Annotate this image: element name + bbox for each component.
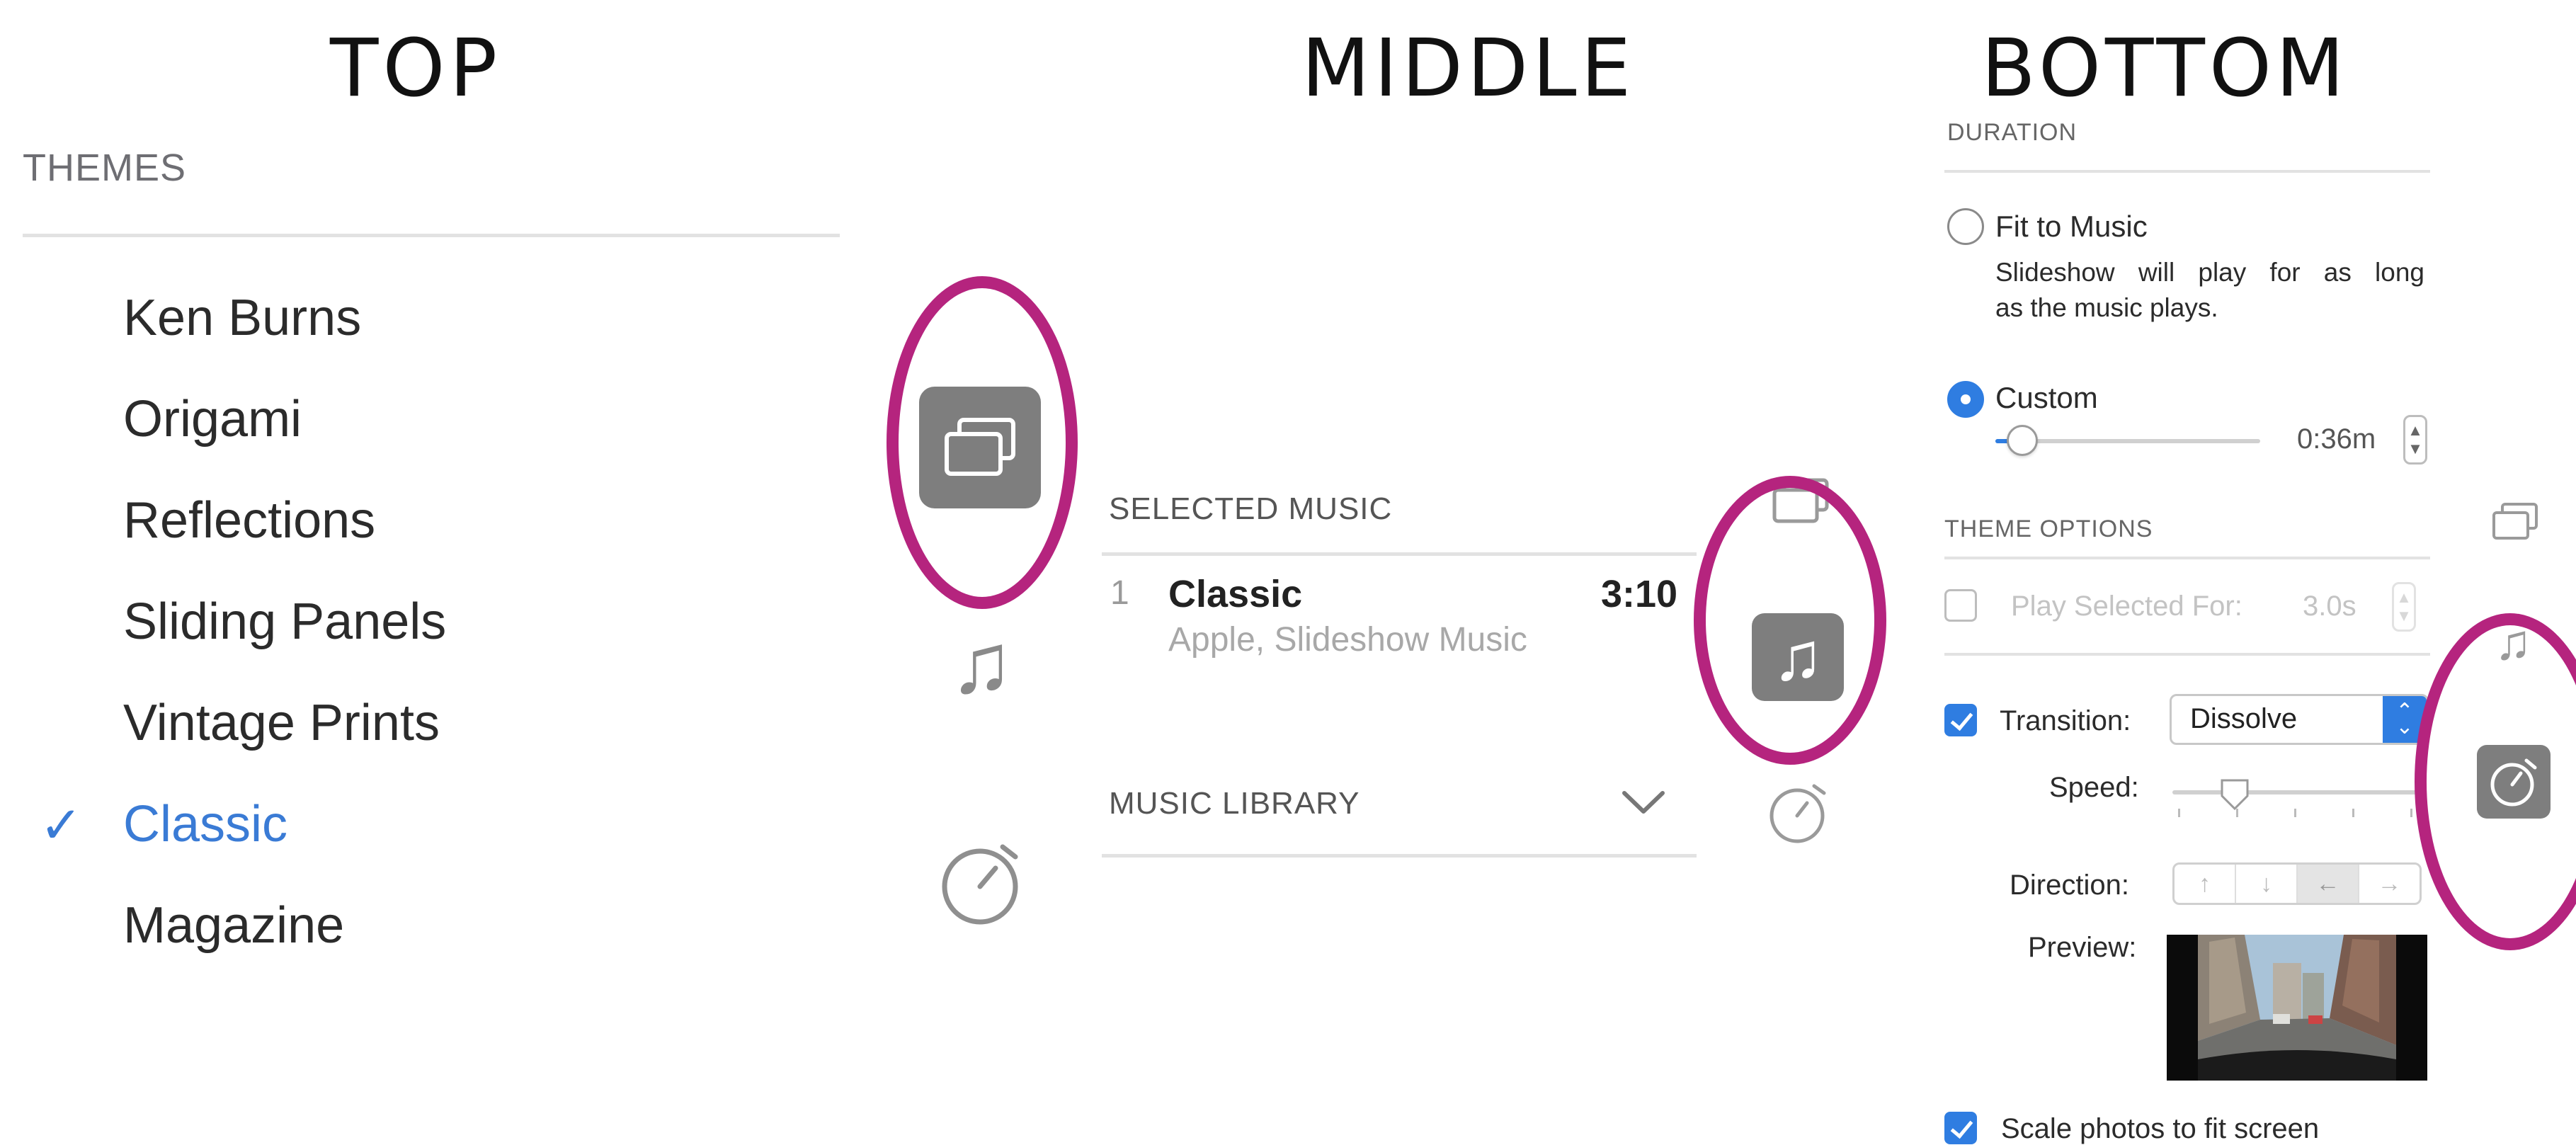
theme-item-classic-checkmark: ✓: [40, 797, 83, 854]
direction-left-arrow-icon[interactable]: ←: [2298, 865, 2359, 903]
fit-to-music-description-line2: as the music plays.: [1995, 293, 2218, 322]
theme-item-vintage-prints[interactable]: Vintage Prints: [123, 694, 440, 752]
music-track-row[interactable]: 1 Classic Apple, Slideshow Music 3:10: [1102, 566, 1697, 673]
theme-options-divider: [1944, 557, 2430, 559]
stopwatch-icon: [2490, 758, 2537, 807]
duration-tab-button-active[interactable]: [2477, 745, 2551, 819]
theme-item-sliding-panels[interactable]: Sliding Panels: [123, 593, 446, 651]
custom-duration-value: 0:36m: [2297, 423, 2376, 455]
transition-label: Transition:: [2000, 705, 2131, 736]
speed-slider[interactable]: [2172, 777, 2417, 820]
transition-select[interactable]: Dissolve ⌃ ⌄: [2170, 694, 2429, 745]
track-number: 1: [1110, 574, 1129, 612]
preview-thumbnail: [2167, 935, 2427, 1081]
music-note-icon: ♫: [2494, 615, 2532, 670]
chevron-up-down-icon: ⌃ ⌄: [2383, 696, 2427, 743]
stepper-down-icon[interactable]: ▼: [2396, 607, 2412, 625]
theme-item-magazine[interactable]: Magazine: [123, 896, 344, 955]
theme-item-reflections[interactable]: Reflections: [123, 491, 375, 549]
direction-up-arrow-icon[interactable]: ↑: [2175, 865, 2236, 903]
slides-stack-icon[interactable]: [1770, 476, 1831, 525]
direction-down-arrow-icon[interactable]: ↓: [2236, 865, 2298, 903]
music-library-toggle[interactable]: MUSIC LIBRARY: [1102, 779, 1697, 843]
theme-item-origami[interactable]: Origami: [123, 390, 302, 448]
selected-music-divider: [1102, 552, 1697, 556]
stepper-down-icon[interactable]: ▼: [2407, 440, 2423, 458]
custom-radio[interactable]: [1947, 381, 1984, 418]
music-tab-button[interactable]: ♫: [929, 616, 1034, 711]
track-title: Classic: [1168, 573, 1303, 615]
music-library-divider: [1102, 854, 1697, 858]
stepper-up-icon[interactable]: ▲: [2396, 588, 2412, 607]
speed-slider-track: [2172, 790, 2417, 794]
music-note-icon: ♫: [950, 616, 1013, 711]
custom-duration-stepper[interactable]: ▲ ▼: [2403, 415, 2427, 465]
themes-tab-button[interactable]: [919, 387, 1041, 508]
heading-middle: MIDDLE: [1301, 23, 1636, 115]
direction-label: Direction:: [2010, 870, 2129, 901]
track-duration: 3:10: [1601, 573, 1678, 615]
transition-select-value: Dissolve: [2190, 703, 2298, 734]
custom-slider-knob[interactable]: [2007, 425, 2038, 456]
fit-to-music-description-line1: Slideshow will play for as long: [1995, 258, 2424, 287]
duration-tab-button[interactable]: [933, 836, 1030, 932]
speed-slider-knob[interactable]: [2218, 777, 2252, 811]
slides-stack-icon: [945, 418, 1015, 476]
stepper-up-icon[interactable]: ▲: [2407, 421, 2423, 440]
play-selected-divider: [1944, 653, 2430, 656]
track-subtitle: Apple, Slideshow Music: [1168, 621, 1527, 659]
duration-section-label: DURATION: [1947, 119, 2078, 146]
fit-to-music-label[interactable]: Fit to Music: [1995, 210, 2148, 244]
heading-bottom: BOTTOM: [1981, 23, 2349, 115]
play-selected-label: Play Selected For:: [2011, 591, 2242, 622]
music-note-icon: ♫: [1772, 619, 1823, 695]
fit-to-music-radio[interactable]: [1947, 208, 1984, 245]
themes-divider: [23, 234, 840, 237]
stopwatch-icon: [942, 844, 1018, 925]
theme-item-classic[interactable]: Classic: [123, 795, 287, 853]
speed-label: Speed:: [2049, 772, 2139, 803]
stopwatch-icon[interactable]: [1765, 779, 1833, 847]
transition-checkbox[interactable]: [1944, 704, 1977, 736]
play-selected-value[interactable]: 3.0s: [2303, 591, 2356, 622]
theme-options-section-label: THEME OPTIONS: [1944, 515, 2153, 542]
music-tab-button-active[interactable]: ♫: [1752, 613, 1844, 701]
music-tab-button[interactable]: ♫: [2488, 615, 2538, 670]
selected-music-label: SELECTED MUSIC: [1109, 491, 1393, 526]
custom-label[interactable]: Custom: [1995, 381, 2098, 415]
heading-top: TOP: [330, 23, 502, 115]
theme-item-ken-burns[interactable]: Ken Burns: [123, 289, 361, 347]
music-library-label: MUSIC LIBRARY: [1109, 786, 1360, 821]
preview-label: Preview:: [2028, 932, 2137, 963]
custom-duration-slider[interactable]: [1995, 425, 2260, 456]
slides-stack-icon[interactable]: [2491, 501, 2539, 542]
scale-photos-label[interactable]: Scale photos to fit screen: [2001, 1113, 2319, 1145]
play-selected-checkbox[interactable]: [1944, 589, 1977, 622]
scale-photos-checkbox[interactable]: [1944, 1112, 1977, 1144]
play-selected-stepper[interactable]: ▲ ▼: [2392, 582, 2416, 632]
direction-segmented-control[interactable]: ↑ ↓ ← →: [2172, 862, 2422, 905]
duration-divider: [1944, 170, 2430, 173]
chevron-down-icon: [1622, 791, 1665, 814]
themes-section-label: THEMES: [23, 147, 187, 189]
street-scene-preview-image: [2167, 935, 2427, 1081]
direction-right-arrow-icon[interactable]: →: [2359, 865, 2420, 903]
